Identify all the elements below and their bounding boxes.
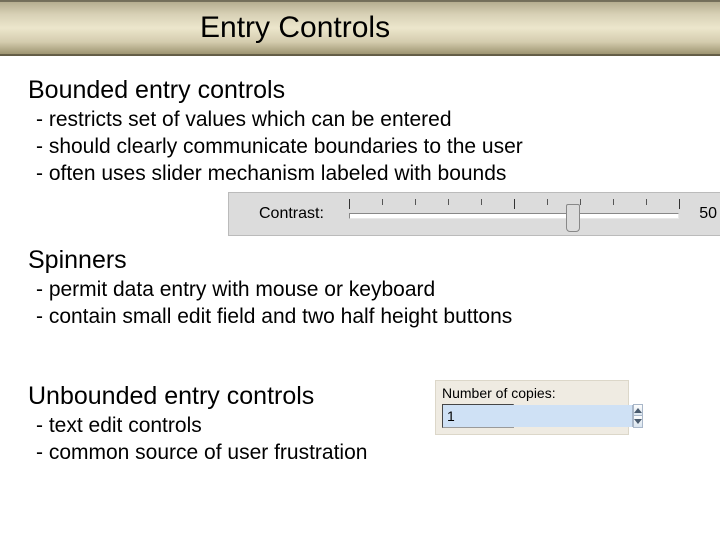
bullet: - contain small edit field and two half … <box>36 304 692 331</box>
contrast-slider-example: Contrast: 50 <box>228 192 720 236</box>
slider-value: 50 <box>699 205 717 223</box>
bullet: - should clearly communicate boundaries … <box>36 134 692 161</box>
bullets-spinners: - permit data entry with mouse or keyboa… <box>36 277 692 331</box>
bullet: - permit data entry with mouse or keyboa… <box>36 277 692 304</box>
slider-track[interactable] <box>349 199 679 231</box>
chevron-down-icon <box>634 419 642 424</box>
bullets-bounded: - restricts set of values which can be e… <box>36 107 692 188</box>
bullet: - common source of user frustration <box>36 440 692 467</box>
chevron-up-icon <box>634 408 642 413</box>
slide-title: Entry Controls <box>200 11 390 45</box>
heading-spinners: Spinners <box>28 246 692 275</box>
slider-label: Contrast: <box>259 205 324 223</box>
copies-spinner-example: Number of copies: <box>435 380 629 435</box>
heading-bounded: Bounded entry controls <box>28 76 692 105</box>
bullet: - restricts set of values which can be e… <box>36 107 692 134</box>
spinner-input[interactable] <box>443 405 632 427</box>
spinner-label: Number of copies: <box>442 385 622 401</box>
spinner-field <box>442 404 514 428</box>
slider-thumb[interactable] <box>566 204 580 232</box>
title-band: Entry Controls <box>0 0 720 56</box>
spinner-down-button[interactable] <box>633 415 643 428</box>
spinner-buttons <box>632 405 642 427</box>
bullet: - often uses slider mechanism labeled wi… <box>36 161 692 188</box>
